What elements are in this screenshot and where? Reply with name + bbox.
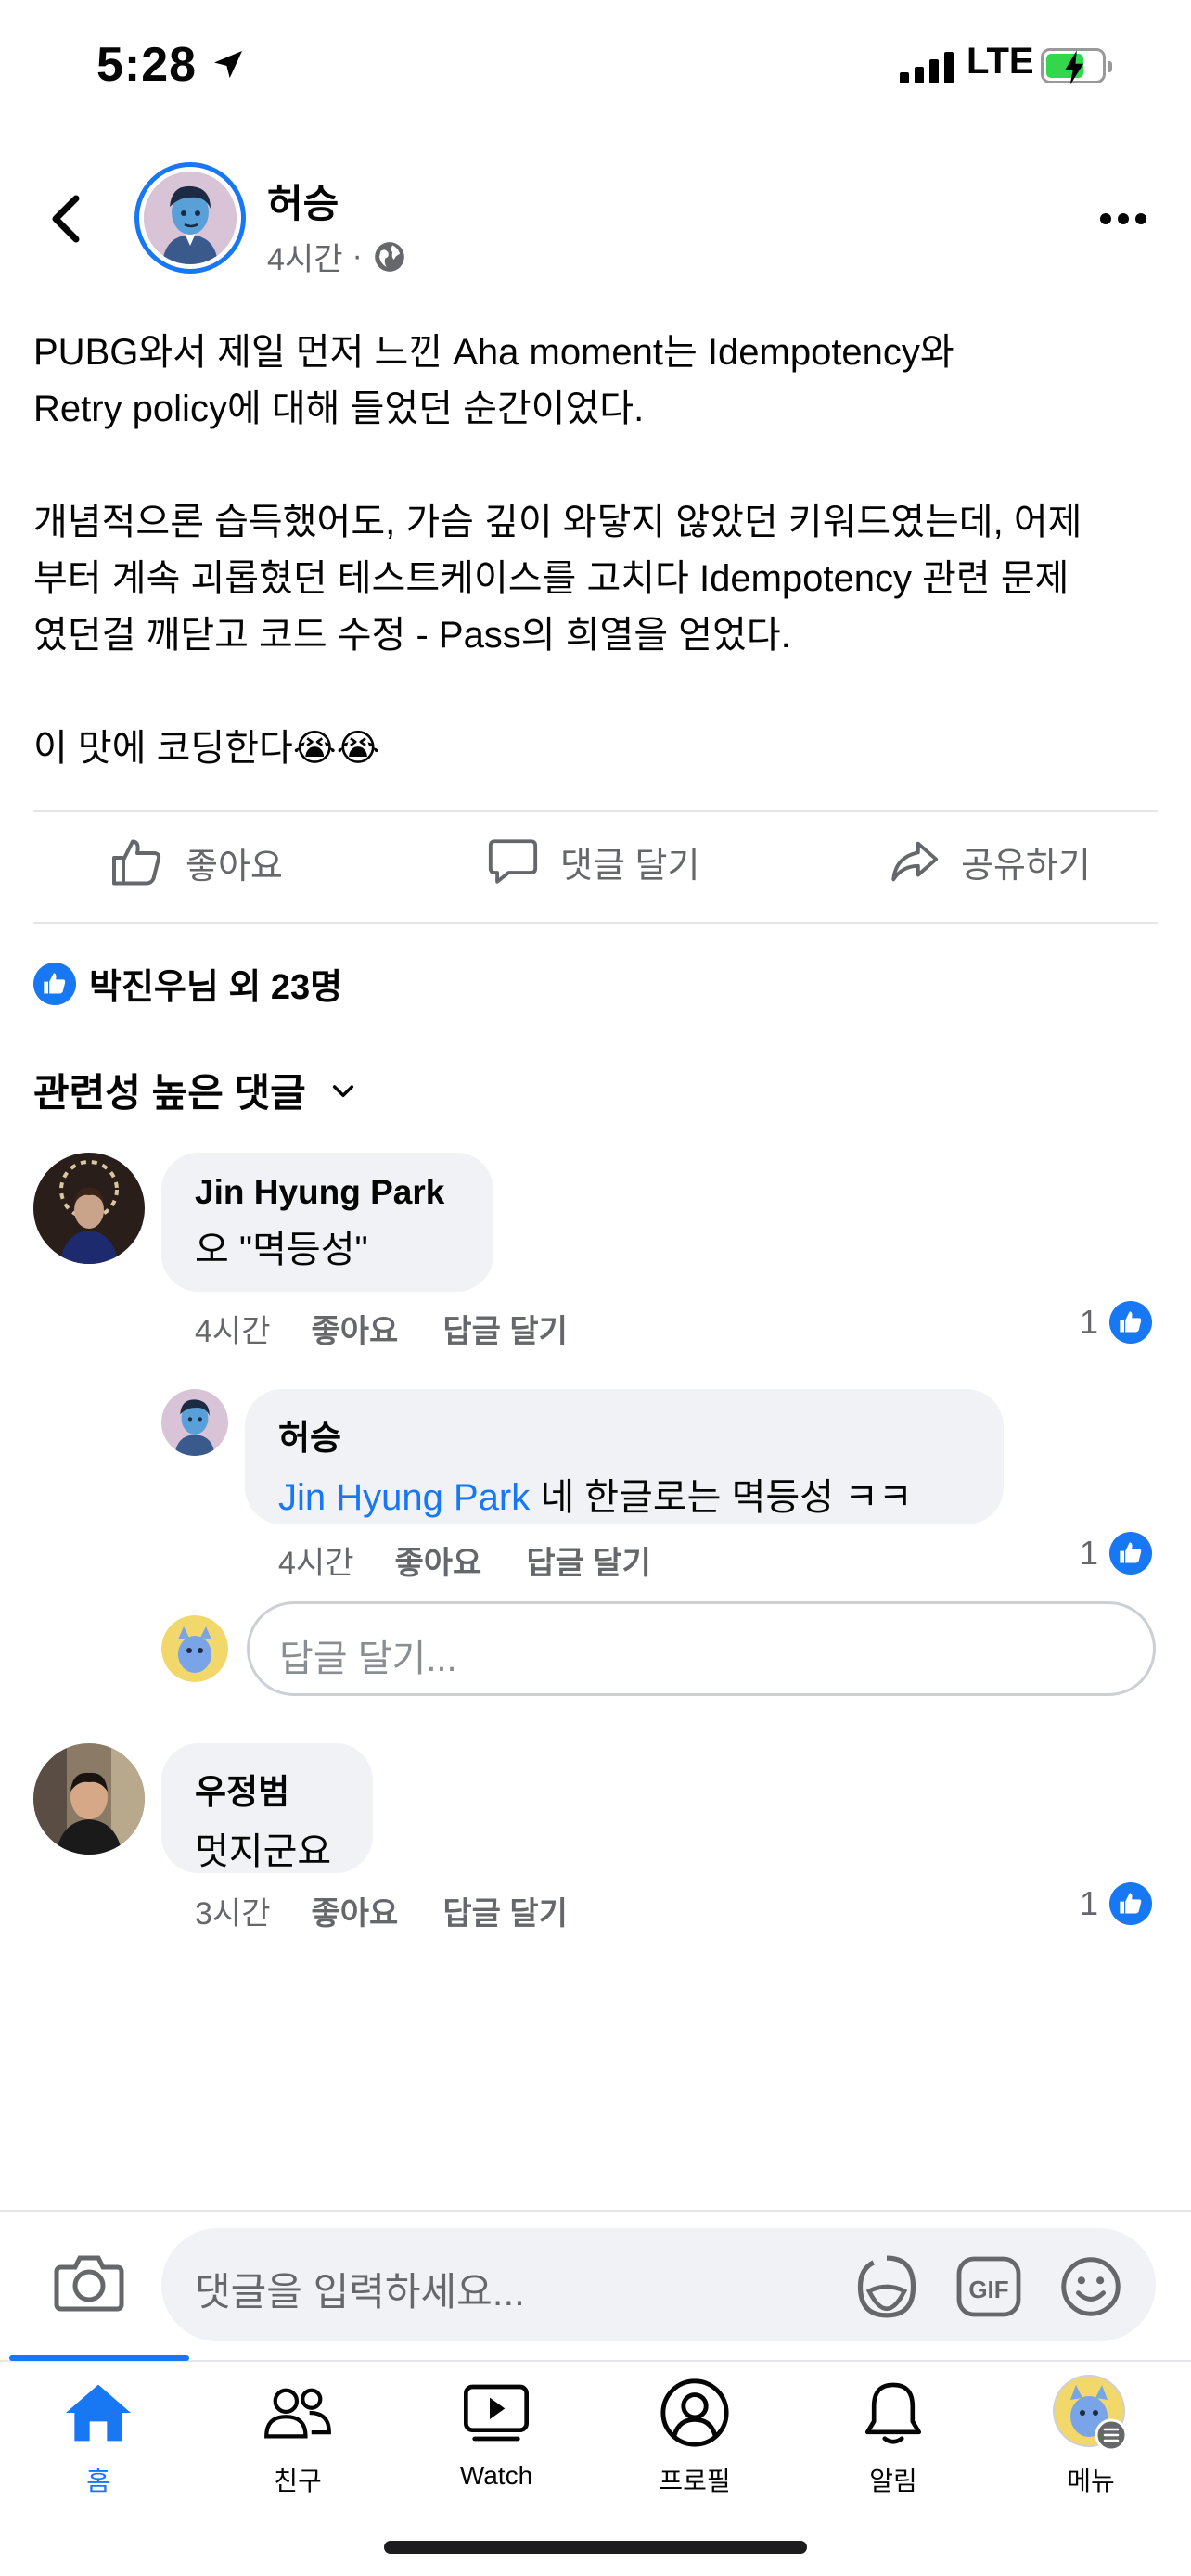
tab-label: 메뉴 bbox=[1067, 2467, 1115, 2495]
reply-input[interactable]: 답글 달기... bbox=[247, 1601, 1156, 1696]
author-name[interactable]: 허승 bbox=[267, 172, 339, 229]
like-reaction-icon bbox=[1109, 1301, 1153, 1344]
tab-watch[interactable]: Watch bbox=[431, 2374, 561, 2491]
reply-reaction-count[interactable]: 1 bbox=[1080, 1532, 1153, 1575]
comment-icon bbox=[488, 839, 538, 884]
active-tab-indicator bbox=[9, 2355, 189, 2361]
reply-text: 네 한글로는 멱등성 ㅋㅋ bbox=[530, 1477, 913, 1518]
tab-profile[interactable]: 프로필 bbox=[630, 2374, 760, 2498]
comment-like-count: 1 bbox=[1080, 1884, 1099, 1922]
post-time[interactable]: 4시간 bbox=[267, 234, 342, 279]
tab-label: 친구 bbox=[274, 2467, 322, 2495]
comment-text: 오 "멱등성" bbox=[195, 1230, 368, 1270]
post-meta: 4시간 · bbox=[267, 234, 407, 279]
reactions-text: 박진우님 외 23명 bbox=[89, 968, 343, 1007]
comment-bubble[interactable]: Jin Hyung Park 오 "멱등성" bbox=[161, 1153, 493, 1292]
comment-text: 멋지군요 bbox=[195, 1831, 332, 1872]
divider bbox=[0, 2210, 1191, 2212]
current-user-avatar bbox=[161, 1615, 228, 1682]
mention-link[interactable]: Jin Hyung Park bbox=[278, 1477, 530, 1518]
commenter-avatar[interactable] bbox=[33, 1743, 145, 1855]
divider bbox=[33, 810, 1158, 812]
commenter-avatar[interactable] bbox=[33, 1153, 145, 1264]
comment-reaction-count[interactable]: 1 bbox=[1080, 1882, 1153, 1925]
comment-label: 댓글 달기 bbox=[560, 846, 700, 886]
like-label: 좋아요 bbox=[186, 847, 283, 886]
tab-label: 알림 bbox=[869, 2467, 917, 2495]
comment-like-button[interactable]: 좋아요 bbox=[311, 1306, 398, 1351]
tab-label: 프로필 bbox=[659, 2467, 731, 2495]
reactions-summary[interactable]: 박진우님 외 23명 bbox=[33, 958, 342, 1009]
like-reaction-icon bbox=[1109, 1882, 1153, 1925]
reply-like-button[interactable]: 좋아요 bbox=[394, 1537, 481, 1583]
sort-label: 관련성 높은 댓글 bbox=[33, 1071, 306, 1115]
composer-placeholder: 댓글을 입력하세요... bbox=[195, 2270, 525, 2314]
reply-time[interactable]: 4시간 bbox=[278, 1537, 353, 1583]
comment-meta: 4시간 좋아요 답글 달기 bbox=[195, 1306, 568, 1351]
tab-notifications[interactable]: 알림 bbox=[828, 2374, 958, 2498]
meta-separator: · bbox=[352, 238, 363, 274]
tab-home[interactable]: 홈 bbox=[33, 2374, 163, 2498]
like-reaction-icon bbox=[33, 962, 76, 1005]
share-button[interactable]: 공유하기 bbox=[887, 835, 1091, 888]
status-time: 5:28 bbox=[96, 38, 198, 92]
watch-icon bbox=[431, 2374, 561, 2452]
menu-avatar-icon bbox=[1026, 2374, 1156, 2452]
comment-reply-button[interactable]: 답글 달기 bbox=[442, 1306, 568, 1351]
tab-label: 홈 bbox=[86, 2467, 110, 2495]
comment-button[interactable]: 댓글 달기 bbox=[486, 835, 699, 888]
bell-icon bbox=[828, 2374, 958, 2452]
comment-reply-button[interactable]: 답글 달기 bbox=[442, 1888, 568, 1933]
commenter-name[interactable]: Jin Hyung Park bbox=[195, 1173, 460, 1212]
home-indicator bbox=[384, 2541, 807, 2554]
reply-input-placeholder: 답글 달기... bbox=[279, 1639, 457, 1679]
reply-author-name[interactable]: 허승 bbox=[278, 1409, 970, 1460]
globe-icon bbox=[374, 241, 404, 272]
divider bbox=[33, 922, 1158, 924]
reply-bubble[interactable]: 허승 Jin Hyung Park 네 한글로는 멱등성 ㅋㅋ bbox=[245, 1389, 1004, 1524]
home-icon bbox=[33, 2374, 163, 2452]
share-label: 공유하기 bbox=[961, 846, 1091, 886]
avatar-sticker-icon[interactable] bbox=[852, 2251, 922, 2327]
reply-meta: 4시간 좋아요 답글 달기 bbox=[278, 1537, 651, 1583]
chevron-down-icon bbox=[332, 1084, 353, 1097]
comment-meta: 3시간 좋아요 답글 달기 bbox=[195, 1888, 568, 1933]
tab-menu[interactable]: 메뉴 bbox=[1026, 2374, 1156, 2498]
reply-like-count: 1 bbox=[1080, 1534, 1099, 1572]
commenter-name[interactable]: 우정범 bbox=[195, 1764, 339, 1814]
gif-icon[interactable]: GIF bbox=[955, 2255, 1022, 2323]
reply-reply-button[interactable]: 답글 달기 bbox=[526, 1537, 651, 1583]
comment-like-button[interactable]: 좋아요 bbox=[311, 1888, 398, 1933]
tab-label: Watch bbox=[459, 2461, 533, 2490]
camera-icon[interactable] bbox=[52, 2249, 126, 2318]
friends-icon bbox=[233, 2374, 363, 2452]
like-button[interactable]: 좋아요 bbox=[109, 835, 283, 890]
reply-author-avatar[interactable] bbox=[161, 1389, 228, 1456]
comment-reaction-count[interactable]: 1 bbox=[1080, 1301, 1153, 1344]
cellular-signal-icon bbox=[900, 50, 954, 83]
more-options-button[interactable] bbox=[1100, 213, 1146, 224]
profile-icon bbox=[630, 2374, 760, 2452]
thumbs-up-icon bbox=[112, 839, 161, 886]
comment-time[interactable]: 4시간 bbox=[195, 1306, 270, 1351]
share-icon bbox=[891, 841, 939, 882]
comments-sort-dropdown[interactable]: 관련성 높은 댓글 bbox=[33, 1062, 358, 1118]
comment-like-count: 1 bbox=[1080, 1303, 1099, 1341]
network-type: LTE bbox=[967, 41, 1034, 82]
comment-bubble[interactable]: 우정범 멋지군요 bbox=[161, 1743, 373, 1873]
like-reaction-icon bbox=[1109, 1532, 1153, 1575]
back-button[interactable] bbox=[45, 193, 85, 249]
tab-friends[interactable]: 친구 bbox=[233, 2374, 363, 2498]
svg-text:GIF: GIF bbox=[968, 2276, 1008, 2303]
comment-time[interactable]: 3시간 bbox=[195, 1888, 270, 1933]
location-arrow-icon bbox=[210, 46, 247, 88]
author-avatar[interactable] bbox=[134, 162, 246, 274]
post-body: PUBG와서 제일 먼저 느낀 Aha moment는 Idempotency와… bbox=[33, 332, 1082, 769]
emoji-icon[interactable] bbox=[1057, 2253, 1124, 2325]
battery-icon bbox=[1041, 48, 1112, 85]
